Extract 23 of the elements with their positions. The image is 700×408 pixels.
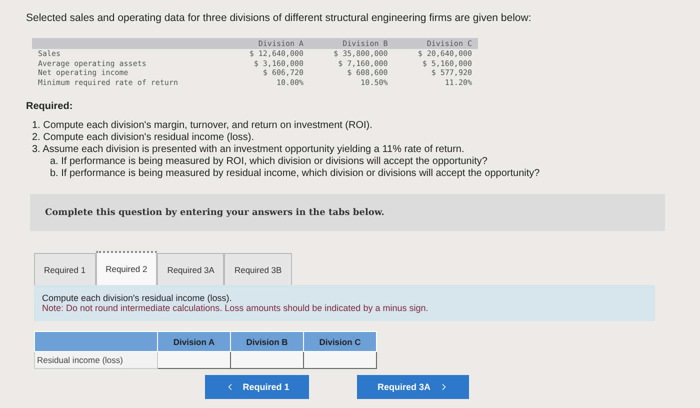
note-text: Note: Do not round intermediate calculations. Loss amounts should be indicated by a minus sign. [42,303,430,313]
prompt-banner: Complete this question by entering your answers in the tabs below. [30,194,665,231]
instruction-text: Compute each division's residual income (loss). [42,293,233,303]
tab[interactable]: Required 3A [157,253,224,285]
tab[interactable]: Required 2 [96,251,158,285]
row-label: Residual income (loss) [34,352,158,368]
tab[interactable]: Required 3B [224,253,292,285]
previous-button[interactable]: Required 1 [205,375,309,399]
column-header: Division B [230,332,304,352]
answer-field[interactable] [158,352,230,368]
requirement-item: 2. Compute each division's residual income (loss). [31,132,256,144]
answer-field[interactable] [230,352,304,368]
next-button[interactable]: Required 3A [357,375,469,399]
requirement-subitem: b. If performance is being measured by residual income, which division or divisions will accept the opportunity? [49,168,541,180]
intro-text: Selected sales and operating data for three divisions of different structural engineering firms are given below: [25,12,532,24]
requirement-subitem: a. If performance is being measured by ROI, which division or divisions will accept the opportunity? [49,156,488,168]
answer-field[interactable] [304,352,376,368]
requirement-item: 1. Compute each division's margin, turnover, and return on investment (ROI). [31,120,374,132]
requirement-item: 3. Assume each division is presented with an investment opportunity yielding a 11% rate of return. [31,144,466,156]
tab[interactable]: Required 1 [34,253,96,285]
column-header: Division A [158,332,230,352]
column-header: Division C [304,332,376,352]
required-heading: Required: [26,101,74,112]
